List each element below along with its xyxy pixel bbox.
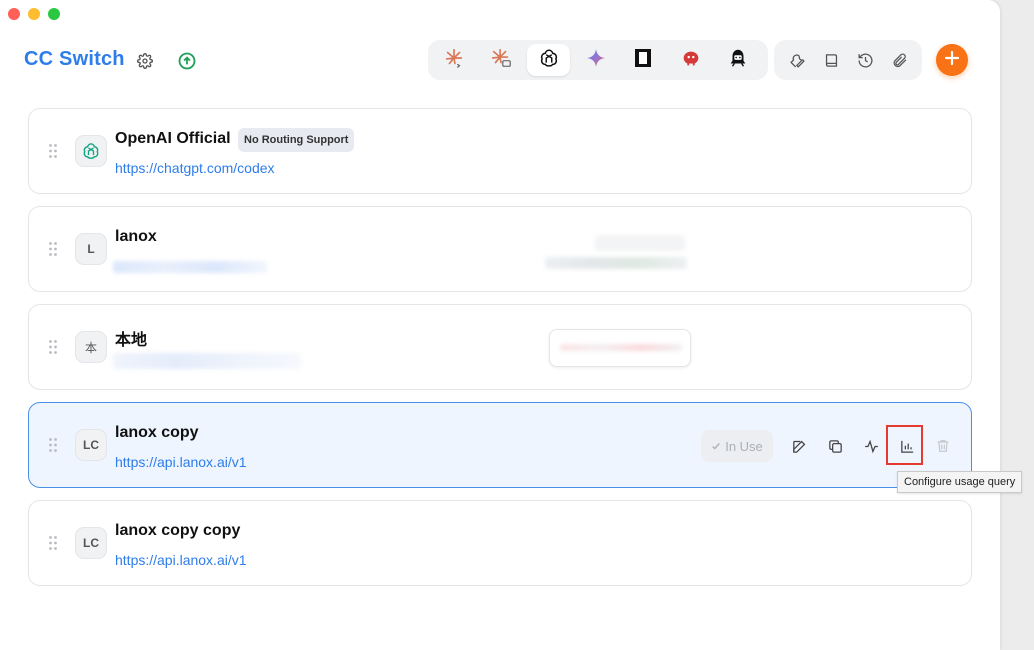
- redacted-usage-label: [595, 235, 685, 251]
- claude-terminal-icon: [443, 47, 465, 74]
- trash-icon[interactable]: [931, 434, 955, 458]
- provider-card-local[interactable]: 本 本地: [28, 304, 972, 390]
- tab-app-5[interactable]: [622, 44, 665, 76]
- tab-claude-desktop[interactable]: [479, 44, 522, 76]
- provider-url-link[interactable]: https://api.lanox.ai/v1: [115, 552, 247, 568]
- square-app-icon: [634, 48, 652, 73]
- provider-name: OpenAI Official: [115, 130, 231, 147]
- provider-card-lanox-copy[interactable]: LC lanox copy https://api.lanox.ai/v1 In…: [28, 402, 972, 488]
- minimize-window-button[interactable]: [28, 8, 40, 20]
- provider-card-lanox[interactable]: L lanox: [28, 206, 972, 292]
- openai-icon: [538, 47, 560, 74]
- drag-handle-icon[interactable]: [48, 339, 58, 355]
- window-controls: [8, 8, 60, 20]
- app-title: CC Switch: [24, 48, 125, 70]
- openai-icon: [75, 135, 107, 167]
- drag-handle-icon[interactable]: [48, 143, 58, 159]
- plus-icon: [944, 50, 960, 71]
- red-creature-icon: [680, 47, 702, 74]
- tab-app-7[interactable]: [717, 44, 760, 76]
- redacted-usage: [560, 344, 682, 351]
- in-use-label: In Use: [725, 438, 763, 454]
- check-icon: [711, 439, 721, 454]
- tools-group: [774, 40, 922, 80]
- avatar: LC: [75, 429, 107, 461]
- drag-handle-icon[interactable]: [48, 535, 58, 551]
- redacted-url: [113, 261, 267, 273]
- drag-handle-icon[interactable]: [48, 241, 58, 257]
- edit-icon[interactable]: [787, 434, 811, 458]
- redacted-url: [113, 353, 301, 369]
- tab-app-6[interactable]: [669, 44, 712, 76]
- activity-icon[interactable]: [859, 434, 883, 458]
- gemini-icon: [586, 48, 606, 73]
- provider-card-lanox-copy-copy[interactable]: LC lanox copy copy https://api.lanox.ai/…: [28, 500, 972, 586]
- provider-url-link[interactable]: https://api.lanox.ai/v1: [115, 454, 247, 470]
- provider-name: 本地: [115, 332, 148, 349]
- provider-name: lanox: [115, 228, 157, 245]
- in-use-button[interactable]: In Use: [701, 430, 773, 462]
- maximize-window-button[interactable]: [48, 8, 60, 20]
- paperclip-icon[interactable]: [885, 46, 913, 74]
- app-window: CC Switch OpenAI Official No Routing Sup…: [0, 0, 1000, 650]
- duplicate-icon[interactable]: [823, 434, 847, 458]
- tab-codex[interactable]: [526, 44, 571, 76]
- history-icon[interactable]: [851, 46, 879, 74]
- provider-name: lanox copy copy: [115, 522, 241, 539]
- app-switcher: [428, 40, 768, 80]
- tooltip: Configure usage query: [897, 471, 1023, 493]
- tab-claude-code[interactable]: [432, 44, 475, 76]
- provider-url-link[interactable]: https://chatgpt.com/codex: [115, 160, 275, 176]
- arrow-up-circle-icon[interactable]: [176, 50, 198, 72]
- avatar: L: [75, 233, 107, 265]
- avatar: LC: [75, 527, 107, 559]
- claude-desktop-icon: [490, 47, 512, 74]
- wrench-icon[interactable]: [783, 46, 811, 74]
- add-provider-button[interactable]: [936, 44, 968, 76]
- drag-handle-icon[interactable]: [48, 437, 58, 453]
- provider-card-openai-official[interactable]: OpenAI Official No Routing Support https…: [28, 108, 972, 194]
- card-actions: In Use: [701, 427, 967, 465]
- provider-name: lanox copy: [115, 424, 199, 441]
- status-badge: No Routing Support: [238, 128, 355, 152]
- highlight-box: [886, 425, 923, 465]
- avatar: 本: [75, 331, 107, 363]
- gear-icon[interactable]: [134, 50, 156, 72]
- book-icon[interactable]: [817, 46, 845, 74]
- usage-summary: [549, 329, 691, 367]
- redacted-usage: [545, 257, 687, 269]
- tab-gemini[interactable]: [574, 44, 617, 76]
- close-window-button[interactable]: [8, 8, 20, 20]
- black-character-icon: [727, 47, 749, 74]
